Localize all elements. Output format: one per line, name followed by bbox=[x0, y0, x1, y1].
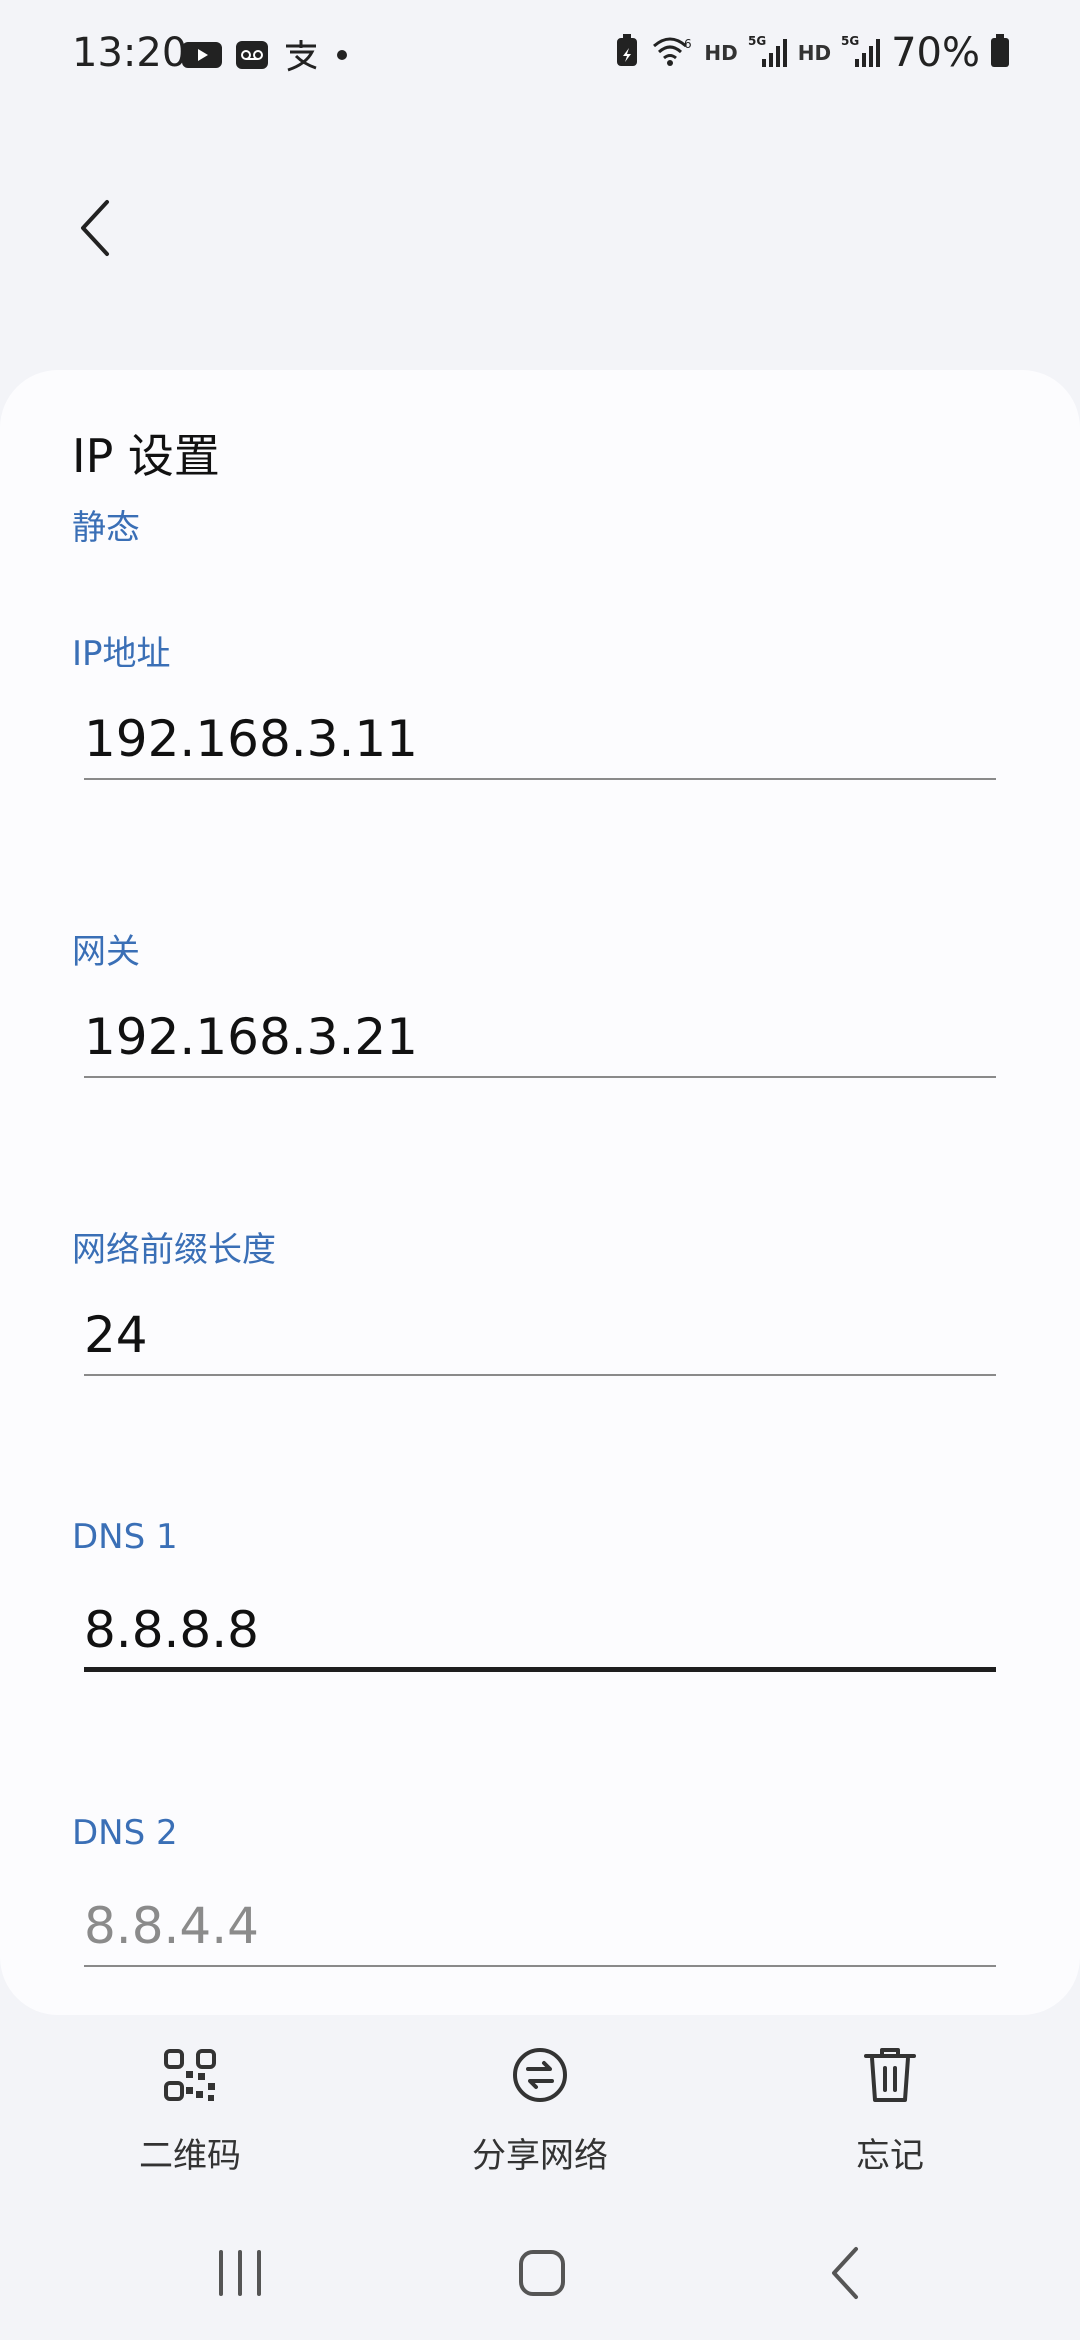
wifi-6-icon: 6 bbox=[650, 34, 694, 72]
ip-settings-card: IP 设置 静态 IP地址 192.168.3.11 网关 192.168.3.… bbox=[0, 370, 1080, 2015]
home-icon bbox=[517, 2248, 567, 2302]
qr-code-label: 二维码 bbox=[139, 2136, 241, 2176]
signal-5g-icon: 5G bbox=[748, 33, 788, 73]
share-network-icon bbox=[505, 2040, 575, 2110]
ip-settings-mode[interactable]: 静态 bbox=[72, 500, 140, 549]
dns2-label: DNS 2 bbox=[72, 1813, 178, 1853]
status-bar: 13:20 6 HD 5G HD 5G 70% bbox=[0, 0, 1080, 110]
prefix-length-value: 24 bbox=[84, 1306, 148, 1364]
alipay-icon bbox=[282, 38, 320, 76]
nav-back-icon bbox=[826, 2245, 866, 2305]
nav-back-button[interactable] bbox=[796, 2230, 896, 2320]
share-network-button[interactable]: 分享网络 bbox=[390, 2040, 690, 2177]
svg-text:6: 6 bbox=[684, 37, 692, 51]
signal-5g-icon-2: 5G bbox=[841, 33, 881, 73]
ip-address-label: IP地址 bbox=[72, 634, 171, 674]
hd-label: HD bbox=[704, 41, 738, 65]
dns1-value: 8.8.8.8 bbox=[84, 1600, 259, 1659]
hd-label-2: HD bbox=[797, 41, 832, 65]
ip-settings-title: IP 设置 bbox=[72, 429, 220, 483]
bottom-actions: 二维码 分享网络 忘记 bbox=[0, 2040, 1080, 2200]
battery-saver-icon bbox=[614, 34, 640, 72]
forget-button[interactable]: 忘记 bbox=[740, 2040, 1040, 2177]
voicemail-icon bbox=[236, 41, 268, 73]
gateway-field[interactable]: 192.168.3.21 bbox=[84, 998, 996, 1078]
battery-icon bbox=[990, 34, 1010, 72]
forget-label: 忘记 bbox=[856, 2136, 924, 2176]
battery-percent: 70% bbox=[891, 30, 980, 76]
dns1-field[interactable]: 8.8.8.8 bbox=[84, 1592, 996, 1672]
back-button[interactable] bbox=[60, 190, 130, 270]
dns2-placeholder: 8.8.4.4 bbox=[84, 1897, 259, 1955]
qr-code-icon bbox=[155, 2040, 225, 2110]
svg-text:5G: 5G bbox=[841, 34, 859, 48]
dns2-field[interactable]: 8.8.4.4 bbox=[84, 1887, 996, 1967]
ip-address-value: 192.168.3.11 bbox=[84, 710, 418, 768]
status-indicators: 6 HD 5G HD 5G 70% bbox=[614, 30, 1010, 76]
qr-code-button[interactable]: 二维码 bbox=[40, 2040, 340, 2177]
share-network-label: 分享网络 bbox=[472, 2136, 608, 2176]
ip-address-field[interactable]: 192.168.3.11 bbox=[84, 700, 996, 780]
recent-apps-button[interactable] bbox=[190, 2230, 290, 2320]
gateway-label: 网关 bbox=[72, 932, 140, 972]
status-time: 13:20 bbox=[72, 30, 188, 76]
youtube-icon bbox=[182, 40, 222, 74]
screen: 13:20 6 HD 5G HD 5G 70% IP 设置 静态 IP地址 19… bbox=[0, 0, 1080, 2340]
prefix-length-field[interactable]: 24 bbox=[84, 1296, 996, 1376]
trash-icon bbox=[855, 2040, 925, 2110]
svg-text:5G: 5G bbox=[748, 34, 766, 48]
prefix-length-label: 网络前缀长度 bbox=[72, 1230, 276, 1270]
recent-apps-icon bbox=[215, 2248, 265, 2302]
home-button[interactable] bbox=[492, 2230, 592, 2320]
navigation-bar bbox=[0, 2210, 1080, 2340]
dot-icon bbox=[334, 47, 350, 67]
gateway-value: 192.168.3.21 bbox=[84, 1008, 418, 1066]
chevron-left-icon bbox=[75, 196, 115, 264]
dns1-label: DNS 1 bbox=[72, 1517, 178, 1557]
notification-icons bbox=[182, 38, 350, 76]
